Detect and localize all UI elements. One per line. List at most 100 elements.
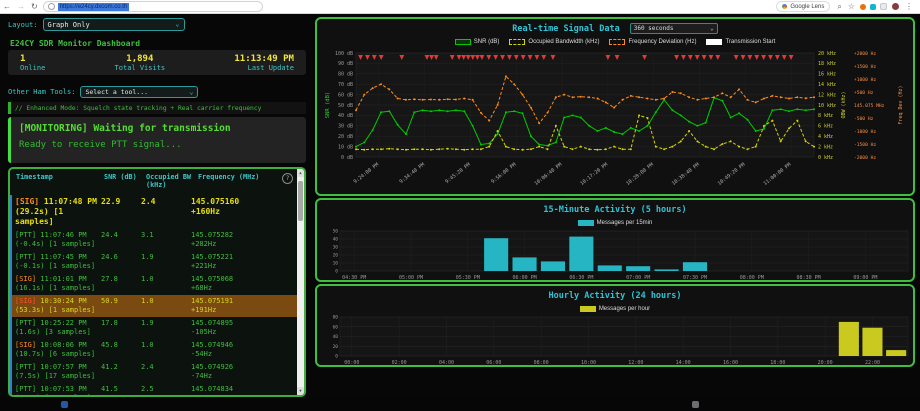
table-row[interactable]: [PTT] 10:25:22 PM(1.6s) [3 samples]17.81… <box>10 317 297 339</box>
svg-text:18:00: 18:00 <box>770 360 785 366</box>
row-bw: 1.9 <box>141 319 191 337</box>
activity-hourly-title: Hourly Activity (24 hours) <box>548 291 681 301</box>
refresh-icon[interactable]: ↻ <box>31 0 38 13</box>
google-lens-icon <box>782 4 787 9</box>
tools-select[interactable]: Select a tool... ⌄ <box>80 86 198 98</box>
svg-text:70 dB: 70 dB <box>338 82 353 88</box>
svg-text:50: 50 <box>333 229 339 235</box>
enhanced-mode-text: // Enhanced Mode: Squelch state tracking… <box>11 105 261 112</box>
svg-text:145.075 MHz: 145.075 MHz <box>854 103 885 109</box>
table-row[interactable]: [PTT] 11:07:45 PM(-0.1s) [1 samples]24.6… <box>10 251 297 273</box>
forward-icon[interactable]: → <box>17 0 25 13</box>
stat-online-value: 1 <box>20 54 45 64</box>
table-scrollbar[interactable]: ▲ ▼ <box>297 169 304 395</box>
svg-text:40: 40 <box>333 334 339 340</box>
bookmark-star-icon[interactable]: ☆ <box>848 0 855 13</box>
svg-text:06:00: 06:00 <box>486 360 501 366</box>
table-row[interactable]: [SIG] 11:07:48 PM(29.2s) [1 samples]22.9… <box>10 195 297 229</box>
col-timestamp: Timestamp <box>16 173 104 189</box>
tools-select-value: Select a tool... <box>85 88 148 96</box>
row-bw: 1.0 <box>141 341 191 359</box>
signal-panel-head: Real-time Signal Data 360 seconds ⌄ <box>320 21 910 36</box>
svg-text:+1000 Hz: +1000 Hz <box>854 77 876 83</box>
downloads-icon[interactable] <box>880 3 887 10</box>
search-icon[interactable]: ⌕ <box>837 0 841 13</box>
svg-text:08:30 PM: 08:30 PM <box>797 275 821 281</box>
svg-text:10:28:00 PM: 10:28:00 PM <box>625 162 655 187</box>
table-row[interactable]: [PTT] 10:07:53 PM(2.7s) [3 samples]41.52… <box>10 383 297 395</box>
layout-label: Layout: <box>8 21 38 29</box>
scroll-down-icon[interactable]: ▼ <box>297 387 304 395</box>
row-frequency: 145.075068 <box>191 275 233 283</box>
back-icon[interactable]: ← <box>3 0 11 13</box>
table-row[interactable]: [SIG] 10:30:24 PM(53.3s) [1 samples]50.9… <box>10 295 297 317</box>
help-icon[interactable]: ? <box>282 173 293 184</box>
row-deviation: -54Hz <box>191 350 295 359</box>
taskbar-tray-icon[interactable] <box>692 401 699 408</box>
svg-text:09:00 PM: 09:00 PM <box>853 275 877 281</box>
row-detail: (10.7s) [6 samples] <box>15 350 101 359</box>
taskbar-app-icon[interactable] <box>61 401 68 408</box>
svg-text:20: 20 <box>333 344 339 350</box>
svg-text:18 kHz: 18 kHz <box>818 61 836 67</box>
extension-icon-orange[interactable] <box>860 4 866 10</box>
legend-item: Frequency Deviation (Hz) <box>609 39 696 45</box>
profile-avatar[interactable] <box>892 3 899 10</box>
scroll-up-icon[interactable]: ▲ <box>297 169 304 177</box>
activity-hourly-legend: Messages per hour <box>320 303 910 314</box>
svg-text:9:24:00 PM: 9:24:00 PM <box>353 162 380 185</box>
table-row[interactable]: [PTT] 10:07:57 PM(7.5s) [17 samples]41.2… <box>10 361 297 383</box>
svg-text:60 dB: 60 dB <box>338 92 353 98</box>
row-tag: [PTT] <box>15 253 36 261</box>
row-tag: [SIG] <box>15 275 36 283</box>
svg-text:12:00: 12:00 <box>628 360 643 366</box>
row-snr: 22.9 <box>101 197 141 227</box>
tools-row: Other Ham Tools: Select a tool... ⌄ <box>8 85 306 99</box>
row-time: 10:25:22 PM <box>36 319 87 327</box>
google-lens-button[interactable]: Google Lens <box>776 1 830 12</box>
svg-text:05:00 PM: 05:00 PM <box>399 275 423 281</box>
row-time: 10:30:24 PM <box>36 297 87 305</box>
svg-text:50 dB: 50 dB <box>338 103 353 109</box>
svg-text:0 kHz: 0 kHz <box>818 155 833 161</box>
signal-chart-legend: SNR (dB)Occupied Bandwidth (kHz)Frequenc… <box>320 36 910 47</box>
svg-text:0 dB: 0 dB <box>341 155 353 161</box>
time-range-select[interactable]: 360 seconds ⌄ <box>630 23 718 34</box>
row-bw: 1.9 <box>141 253 191 271</box>
svg-text:80 dB: 80 dB <box>338 72 353 78</box>
svg-text:60: 60 <box>333 324 339 330</box>
tools-label: Other Ham Tools: <box>8 88 75 96</box>
address-bar[interactable]: https://e24cy.dxcom.co.th <box>43 1 263 12</box>
legend-item: Messages per 15min <box>578 220 653 226</box>
legend-item: SNR (dB) <box>455 39 500 45</box>
monitoring-line2: Ready to receive PTT signal... <box>19 140 298 150</box>
row-snr: 45.8 <box>101 341 141 359</box>
svg-text:9:56:00 PM: 9:56:00 PM <box>490 162 517 185</box>
table-row[interactable]: [SIG] 11:01:01 PM(16.1s) [1 samples]27.8… <box>10 273 297 295</box>
site-settings-icon[interactable] <box>48 3 55 10</box>
svg-text:10 kHz: 10 kHz <box>818 103 836 109</box>
svg-text:10: 10 <box>333 261 339 267</box>
activity-15min-head: 15-Minute Activity (5 hours) <box>320 202 910 217</box>
layout-row: Layout: Graph Only ⌄ <box>8 17 306 32</box>
svg-text:08:00: 08:00 <box>534 360 549 366</box>
legend-key <box>706 39 722 45</box>
svg-text:90 dB: 90 dB <box>338 61 353 67</box>
svg-text:SNR (dB): SNR (dB) <box>325 92 331 119</box>
chevron-down-icon: ⌄ <box>710 25 714 32</box>
col-frequency: Frequency (MHz) <box>198 173 292 189</box>
scrollbar-thumb[interactable] <box>298 181 303 221</box>
extension-icon-teal[interactable] <box>870 4 876 10</box>
activity-hourly-chart: 02040608000:0002:0004:0006:0008:0010:001… <box>320 314 912 367</box>
svg-text:04:30 PM: 04:30 PM <box>342 275 366 281</box>
svg-text:0: 0 <box>335 354 338 360</box>
table-row[interactable]: [SIG] 10:08:06 PM(10.7s) [6 samples]45.8… <box>10 339 297 361</box>
table-row[interactable]: [PTT] 11:07:46 PM(-0.4s) [1 samples]24.4… <box>10 229 297 251</box>
layout-select[interactable]: Graph Only ⌄ <box>43 18 185 31</box>
svg-text:08:00 PM: 08:00 PM <box>740 275 764 281</box>
activity-15min-panel: 15-Minute Activity (5 hours) Messages pe… <box>315 198 915 282</box>
row-detail: (-0.1s) [1 samples] <box>15 262 101 271</box>
svg-text:07:00 PM: 07:00 PM <box>626 275 650 281</box>
menu-dots-icon[interactable]: ⋮ <box>905 0 913 13</box>
svg-text:4 kHz: 4 kHz <box>818 134 833 140</box>
